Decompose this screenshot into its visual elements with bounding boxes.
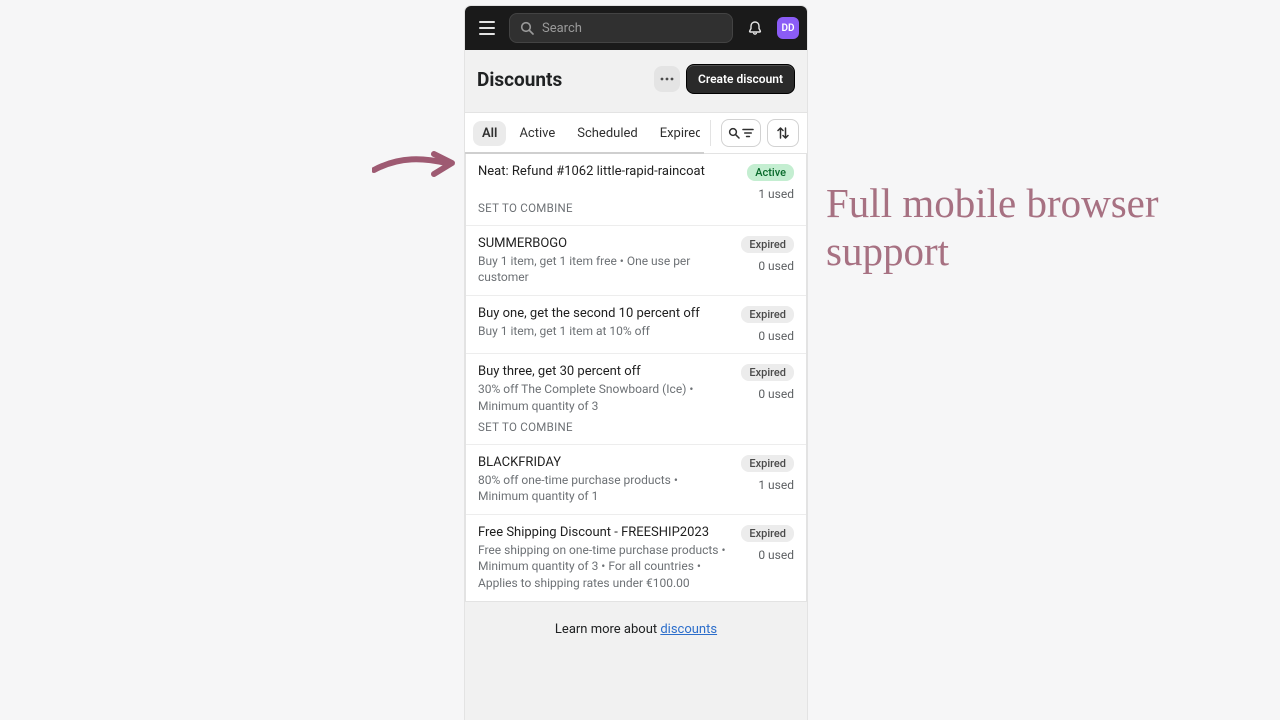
- discount-subtitle: Free shipping on one-time purchase produ…: [478, 542, 726, 591]
- topbar: Search DD: [465, 6, 807, 50]
- used-count: 0 used: [758, 387, 794, 401]
- tab-scheduled[interactable]: Scheduled: [568, 121, 646, 146]
- tab-expired[interactable]: Expired: [651, 121, 700, 146]
- list-item[interactable]: Neat: Refund #1062 little-rapid-raincoat…: [466, 154, 806, 225]
- status-badge: Expired: [741, 364, 794, 381]
- used-count: 0 used: [758, 548, 794, 562]
- combine-label: SET TO COMBINE: [478, 201, 726, 215]
- list-item[interactable]: Buy one, get the second 10 percent off B…: [466, 295, 806, 353]
- create-discount-button[interactable]: Create discount: [686, 64, 795, 94]
- page-title: Discounts: [477, 68, 562, 91]
- learn-more: Learn more about discounts: [465, 602, 807, 657]
- tabs: All Active Scheduled Expired +: [473, 121, 700, 146]
- status-badge: Expired: [741, 236, 794, 253]
- marketing-caption: Full mobile browser support: [826, 180, 1280, 275]
- discount-subtitle: 80% off one-time purchase products • Min…: [478, 472, 726, 504]
- search-placeholder: Search: [542, 21, 582, 36]
- learn-more-prefix: Learn more about: [555, 622, 660, 637]
- more-actions-button[interactable]: [654, 66, 680, 92]
- discount-title: Neat: Refund #1062 little-rapid-raincoat: [478, 164, 726, 179]
- divider: [710, 120, 711, 146]
- discount-title: SUMMERBOGO: [478, 236, 726, 251]
- discount-subtitle: 30% off The Complete Snowboard (Ice) • M…: [478, 381, 726, 413]
- magnifier-icon: [728, 127, 740, 139]
- discount-title: BLACKFRIDAY: [478, 455, 726, 470]
- status-badge: Active: [747, 164, 794, 181]
- used-count: 0 used: [758, 259, 794, 273]
- filter-icon: [742, 127, 754, 139]
- list-item[interactable]: Free Shipping Discount - FREESHIP2023 Fr…: [466, 514, 806, 601]
- used-count: 0 used: [758, 329, 794, 343]
- list-item[interactable]: SUMMERBOGO Buy 1 item, get 1 item free •…: [466, 225, 806, 295]
- discount-list: Neat: Refund #1062 little-rapid-raincoat…: [465, 154, 807, 602]
- search-filter-button[interactable]: [721, 119, 761, 147]
- status-badge: Expired: [741, 455, 794, 472]
- tabbar: All Active Scheduled Expired +: [465, 112, 807, 154]
- dots-icon: [660, 77, 674, 81]
- page-header: Discounts Create discount: [465, 50, 807, 112]
- annotation-arrow-icon: [372, 146, 458, 184]
- list-item[interactable]: Buy three, get 30 percent off 30% off Th…: [466, 353, 806, 443]
- tab-scroll-indicator: [465, 152, 704, 154]
- hamburger-menu-icon[interactable]: [473, 14, 501, 42]
- sort-button[interactable]: [767, 119, 799, 147]
- discount-subtitle: Buy 1 item, get 1 item at 10% off: [478, 323, 726, 339]
- discount-title: Buy one, get the second 10 percent off: [478, 306, 726, 321]
- used-count: 1 used: [758, 187, 794, 201]
- tab-active[interactable]: Active: [510, 121, 564, 146]
- status-badge: Expired: [741, 306, 794, 323]
- used-count: 1 used: [758, 478, 794, 492]
- discount-subtitle: Buy 1 item, get 1 item free • One use pe…: [478, 253, 726, 285]
- discount-title: Free Shipping Discount - FREESHIP2023: [478, 525, 726, 540]
- search-icon: [520, 21, 534, 35]
- sort-icon: [777, 126, 789, 140]
- combine-label: SET TO COMBINE: [478, 420, 726, 434]
- avatar[interactable]: DD: [777, 17, 799, 39]
- discount-title: Buy three, get 30 percent off: [478, 364, 726, 379]
- notifications-icon[interactable]: [741, 14, 769, 42]
- status-badge: Expired: [741, 525, 794, 542]
- list-item[interactable]: BLACKFRIDAY 80% off one-time purchase pr…: [466, 444, 806, 514]
- mobile-frame: Search DD Discounts Create discount: [465, 6, 807, 720]
- tab-all[interactable]: All: [473, 121, 506, 146]
- search-input[interactable]: Search: [509, 13, 733, 43]
- learn-more-link[interactable]: discounts: [660, 622, 717, 637]
